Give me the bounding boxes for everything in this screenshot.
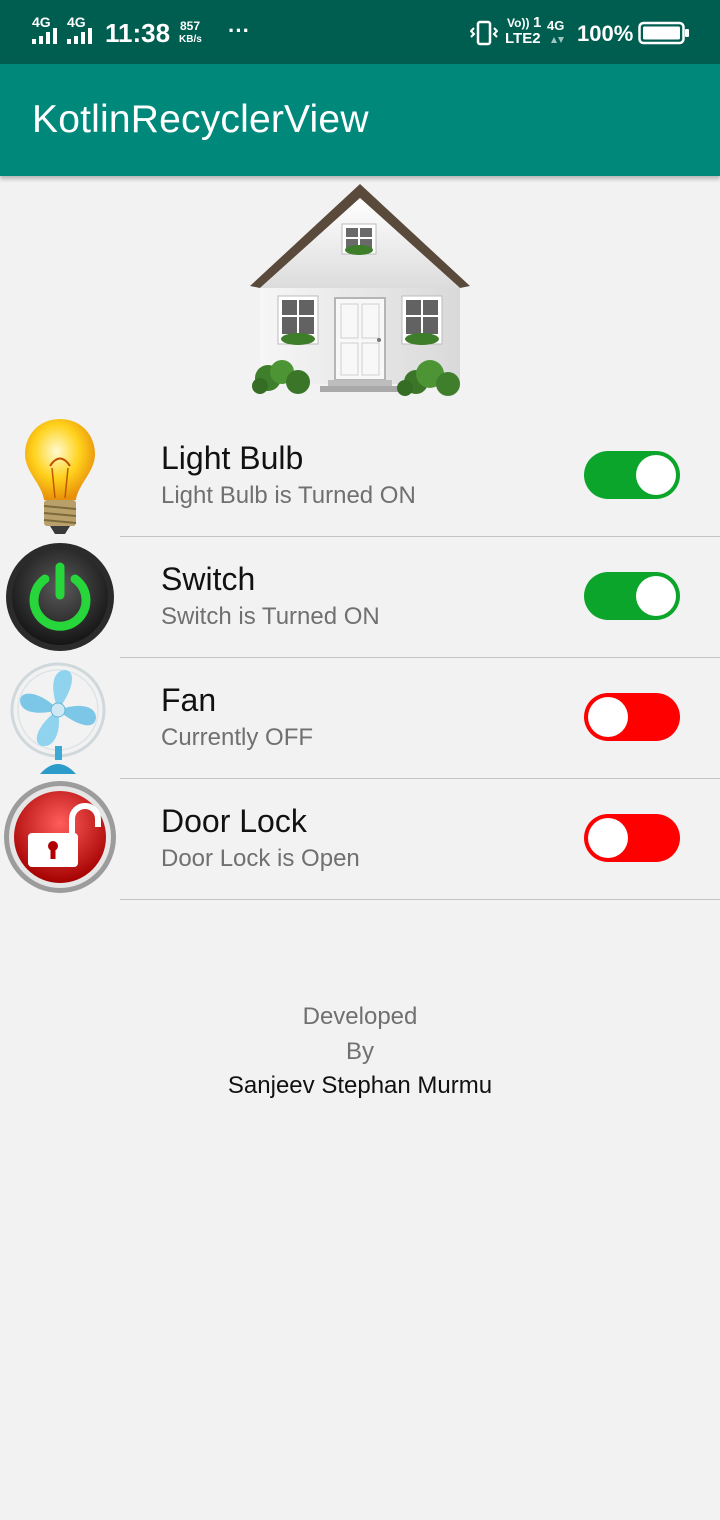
device-title: Switch [161,561,256,597]
vibrate-icon [470,20,498,46]
footer-author: Sanjeev Stephan Murmu [227,1072,493,1099]
toggle-knob [588,697,628,737]
device-status: Currently OFF [161,724,314,751]
app-bar: KotlinRecyclerView [0,64,720,176]
network-speed-value: 857 [180,19,201,33]
device-title: Door Lock [161,803,307,839]
device-status: Light Bulb is Turned ON [161,482,416,509]
data-arrows-icon [551,37,564,43]
door-lock-toggle[interactable] [584,814,680,862]
signal-icon-2 [67,28,92,44]
footer-developed: Developed [302,1003,418,1030]
light-bulb-toggle[interactable] [584,451,680,499]
device-title: Light Bulb [161,440,304,476]
list-item[interactable]: Light Bulb Light Bulb is Turned ON [0,416,720,537]
device-status: Door Lock is Open [161,845,360,872]
more-notifications-icon: ··· [228,18,250,43]
house-image [250,184,470,396]
toggle-knob [588,818,628,858]
volte-indicator: Vo)) [507,16,530,30]
light-bulb-icon [25,419,95,534]
status-bar: 4G 4G 11:38 857 KB/s ··· Vo)) 1 LTE2 4G … [0,0,720,64]
unlocked-padlock-icon [4,781,116,893]
power-switch-icon [6,543,114,651]
sim-index: 1 [533,14,542,31]
fan-icon [10,662,106,774]
battery-icon [638,21,689,45]
device-status: Switch is Turned ON [161,603,380,630]
toggle-knob [636,576,676,616]
list-item[interactable]: Door Lock Door Lock is Open [0,779,720,900]
device-title: Fan [161,682,217,718]
app-title: KotlinRecyclerView [32,98,369,141]
toggle-knob [636,455,676,495]
network-type-3: 4G [547,18,565,33]
fan-toggle[interactable] [584,693,680,741]
network-speed-unit: KB/s [179,34,202,45]
signal-icon-1 [32,28,57,44]
battery-percentage: 100% [577,21,634,46]
divider [120,899,720,900]
list-item[interactable]: Fan Currently OFF [0,658,720,779]
footer-by: By [345,1038,374,1065]
switch-toggle[interactable] [584,572,680,620]
list-item[interactable]: Switch Switch is Turned ON [0,537,720,658]
clock: 11:38 [105,18,171,48]
lte-indicator: LTE2 [505,30,541,47]
